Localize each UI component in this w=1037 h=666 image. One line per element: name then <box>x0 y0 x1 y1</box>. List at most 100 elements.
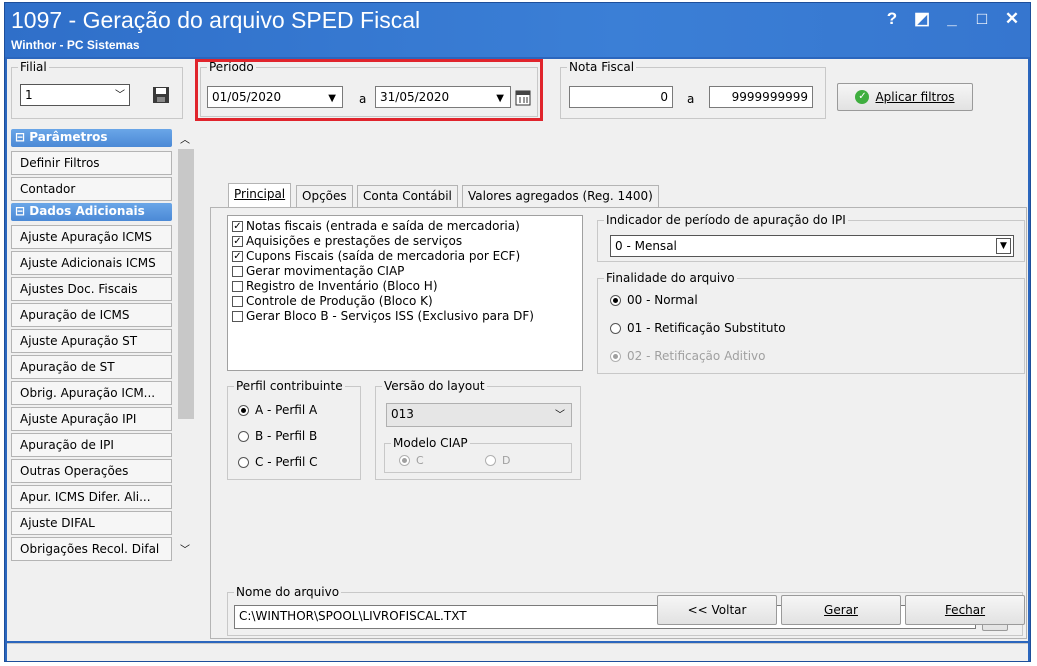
sidebar-item[interactable]: Ajuste Apuração ICMS <box>11 225 172 249</box>
checkbox[interactable] <box>232 265 243 277</box>
sidebar-item[interactable]: Ajustes Doc. Fiscais <box>11 277 172 301</box>
checklist-label: Cupons Fiscais (saída de mercadoria por … <box>246 249 521 263</box>
nota-fiscal-end-field[interactable]: 9999999999 <box>709 86 813 108</box>
sidebar-item-label: Ajustes Doc. Fiscais <box>20 282 138 296</box>
checklist-item[interactable]: Registro de Inventário (Bloco H) <box>232 278 438 294</box>
perfil-option-a[interactable]: A - Perfil A <box>238 403 317 417</box>
checkbox[interactable]: ✓ <box>232 250 243 262</box>
checkbox[interactable]: ✓ <box>232 220 243 232</box>
minimize-icon[interactable]: _ <box>944 9 960 29</box>
finalidade-label: Finalidade do arquivo <box>604 271 737 285</box>
sidebar-section-dados-adicionais[interactable]: ⊟ Dados Adicionais <box>11 203 172 221</box>
versao-label: Versão do layout <box>382 379 487 393</box>
sidebar-item-definir-filtros[interactable]: Definir Filtros <box>11 151 172 175</box>
restore-icon[interactable]: ◩ <box>914 9 930 29</box>
sidebar-section-parametros[interactable]: ⊟ Parâmetros <box>11 129 172 147</box>
checklist-item[interactable]: ✓ Aquisições e prestações de serviços <box>232 233 462 249</box>
sidebar-scrollbar[interactable]: ︿ ﹀ <box>177 129 195 559</box>
radio-label: 00 - Normal <box>627 293 698 307</box>
sidebar-item[interactable]: Apuração de ICMS <box>11 303 172 327</box>
apply-filters-label: Aplicar filtros <box>875 90 955 104</box>
chevron-up-icon[interactable]: ︿ <box>180 131 190 146</box>
checklist-item[interactable]: Gerar Bloco B - Serviços ISS (Exclusivo … <box>232 308 534 324</box>
checklist-item[interactable]: ✓ Cupons Fiscais (saída de mercadoria por… <box>232 248 520 264</box>
apply-filters-button[interactable]: ✓ Aplicar filtros <box>837 83 973 111</box>
perfil-option-b[interactable]: B - Perfil B <box>238 429 317 443</box>
sidebar-item-label: Ajuste Adicionais ICMS <box>20 256 156 270</box>
checklist-label: Notas fiscais (entrada e saída de mercad… <box>246 219 520 233</box>
sidebar-item-label: Obrigações Recol. Difal <box>20 542 160 556</box>
nota-fiscal-start-field[interactable]: 0 <box>569 86 673 108</box>
highlight-box <box>195 59 543 121</box>
tab-principal[interactable]: Principal <box>228 183 292 208</box>
tab-valores-agregados[interactable]: Valores agregados (Reg. 1400) <box>462 185 659 207</box>
checklist-label: Gerar movimentação CIAP <box>246 264 405 278</box>
perfil-option-c[interactable]: C - Perfil C <box>238 455 318 469</box>
sidebar-item[interactable]: Ajuste DIFAL <box>11 511 172 535</box>
radio[interactable] <box>238 456 249 468</box>
filial-label: Filial <box>18 60 49 74</box>
radio-label: C <box>416 454 424 467</box>
dropdown-arrow-icon[interactable]: ▼ <box>996 238 1011 254</box>
ipi-value: 0 - Mensal <box>615 239 677 253</box>
finalidade-option-normal[interactable]: 00 - Normal <box>610 293 698 307</box>
checkbox[interactable]: ✓ <box>232 235 243 247</box>
fechar-button[interactable]: Fechar <box>905 595 1025 625</box>
tab-opcoes[interactable]: Opções <box>296 185 353 207</box>
help-icon[interactable]: ? <box>884 9 900 29</box>
sidebar-item[interactable]: Ajuste Apuração ST <box>11 329 172 353</box>
chevron-down-icon[interactable]: ﹀ <box>180 541 190 556</box>
ciap-label: Modelo CIAP <box>391 436 470 450</box>
radio[interactable] <box>238 430 249 442</box>
radio-label: B - Perfil B <box>255 429 318 443</box>
filial-select[interactable]: 1 ﹀ <box>20 84 130 106</box>
sidebar-item[interactable]: Ajuste Apuração IPI <box>11 407 172 431</box>
check-circle-icon: ✓ <box>855 90 870 104</box>
close-icon[interactable]: ✕ <box>1004 9 1020 29</box>
sidebar-item[interactable]: Outras Operações <box>11 459 172 483</box>
gerar-button[interactable]: Gerar <box>781 595 901 625</box>
radio[interactable] <box>238 404 249 416</box>
sidebar-item[interactable]: Apuração de ST <box>11 355 172 379</box>
checkbox[interactable] <box>232 280 243 292</box>
sidebar-item[interactable]: Apur. ICMS Difer. Ali... <box>11 485 172 509</box>
sidebar-item[interactable]: Obrig. Apuração ICM... <box>11 381 172 405</box>
sidebar-item-contador[interactable]: Contador <box>11 177 172 201</box>
tab-strip: Principal Opções Conta Contábil Valores … <box>210 183 1027 208</box>
radio-label: C - Perfil C <box>255 455 318 469</box>
finalidade-option-retificacao-aditivo: 02 - Retificação Aditivo <box>610 349 766 363</box>
save-icon[interactable] <box>152 86 170 104</box>
sidebar-item[interactable]: Apuração de IPI <box>11 433 172 457</box>
tab-panel-principal: ✓ Notas fiscais (entrada e saída de merca… <box>210 207 1027 639</box>
sidebar-item[interactable]: Obrigações Recol. Difal <box>11 537 172 561</box>
perfil-label: Perfil contribuinte <box>234 379 345 393</box>
versao-select[interactable]: 013 ﹀ <box>386 403 572 427</box>
tab-conta-contabil[interactable]: Conta Contábil <box>357 185 458 207</box>
radio-label: A - Perfil A <box>255 403 318 417</box>
checklist-item[interactable]: Controle de Produção (Bloco K) <box>232 293 433 309</box>
checklist-item[interactable]: ✓ Notas fiscais (entrada e saída de merca… <box>232 218 520 234</box>
sidebar-item-label: Apuração de ST <box>20 360 115 374</box>
finalidade-option-retificacao-substituto[interactable]: 01 - Retificação Substituto <box>610 321 786 335</box>
checkbox[interactable] <box>232 310 243 322</box>
blocks-checklist: ✓ Notas fiscais (entrada e saída de merca… <box>227 215 583 371</box>
sidebar-section-title: Dados Adicionais <box>29 204 145 218</box>
radio[interactable] <box>610 322 621 334</box>
radio <box>399 455 410 466</box>
sidebar-item[interactable]: Ajuste Adicionais ICMS <box>11 251 172 275</box>
voltar-button[interactable]: << Voltar <box>657 595 777 625</box>
sidebar-item-label: Obrig. Apuração ICM... <box>20 386 156 400</box>
ciap-group: Modelo CIAP C D <box>384 436 572 473</box>
maximize-icon[interactable]: □ <box>974 9 990 29</box>
sidebar: ⊟ Parâmetros Definir Filtros Contador ⊟ … <box>11 129 197 561</box>
sidebar-item-label: Ajuste DIFAL <box>20 516 95 530</box>
tab-label: Principal <box>234 187 286 201</box>
ipi-select[interactable]: 0 - Mensal ▼ <box>610 235 1014 257</box>
sidebar-item-label: Outras Operações <box>20 464 129 478</box>
sidebar-item-label: Apuração de ICMS <box>20 308 130 322</box>
checkbox[interactable] <box>232 295 243 307</box>
scrollbar-thumb[interactable] <box>178 149 194 419</box>
radio[interactable] <box>610 294 621 306</box>
checklist-item[interactable]: Gerar movimentação CIAP <box>232 263 404 279</box>
app-window: 1097 - Geração do arquivo SPED Fiscal Wi… <box>4 2 1031 662</box>
